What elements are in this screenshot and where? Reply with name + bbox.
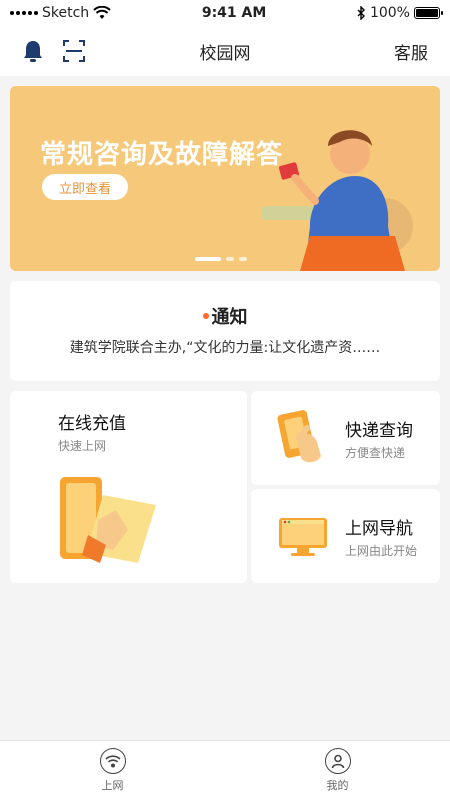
battery-icon (413, 7, 443, 19)
tab-mine[interactable]: 我的 (225, 741, 450, 800)
recharge-subtitle: 快速上网 (58, 439, 107, 453)
express-text: 快递查询 方便查快递 (345, 416, 413, 461)
express-card[interactable]: 快递查询 方便查快递 (251, 391, 440, 485)
carrier-name: Sketch (42, 5, 90, 21)
promo-banner[interactable]: 常规咨询及故障解答 立即查看 (10, 86, 440, 271)
recharge-card[interactable]: 在线充值 快速上网 (10, 391, 247, 583)
user-icon (324, 748, 351, 774)
battery-fill (415, 9, 438, 17)
scan-icon[interactable] (62, 39, 86, 63)
tab-mine-label: 我的 (326, 779, 349, 792)
app-header: 校园网 客服 (0, 26, 450, 76)
wifi-status-icon (93, 6, 111, 19)
notice-dot-icon (202, 313, 209, 319)
status-left: Sketch (10, 5, 111, 21)
recharge-card-icon (60, 477, 156, 563)
services-right-column: 快递查询 方便查快递 上网导航 上网由此开始 (251, 391, 440, 583)
battery-percent: 100% (369, 5, 410, 21)
navigation-card[interactable]: 上网导航 上网由此开始 (251, 489, 440, 583)
bell-icon[interactable] (22, 39, 44, 63)
status-bar: Sketch 9:41 AM 100% (0, 0, 450, 26)
pagination-dot (239, 257, 247, 261)
navigation-title: 上网导航 (345, 518, 413, 539)
banner-view-button[interactable]: 立即查看 (42, 174, 128, 200)
recharge-title: 在线充值 (58, 414, 126, 434)
banner-title: 常规咨询及故障解答 (40, 140, 284, 170)
status-time: 9:41 AM (201, 5, 267, 21)
express-title: 快递查询 (345, 420, 413, 441)
banner-pagination (195, 257, 247, 261)
tab-bar: 上网 我的 (0, 740, 450, 800)
bluetooth-icon (357, 6, 365, 20)
status-right: 100% (357, 5, 443, 21)
notice-text: 建筑学院联合主办,“文化的力量:让文化遗产资…… (69, 340, 381, 356)
page-title: 校园网 (199, 43, 251, 64)
services-grid: 在线充值 快速上网 快递查询 方便查快递 上网导航 上网由此开始 (10, 391, 440, 583)
wifi-icon (99, 748, 126, 774)
express-search-icon (277, 410, 321, 463)
express-subtitle: 方便查快递 (345, 445, 406, 460)
navigation-text: 上网导航 上网由此开始 (345, 514, 417, 559)
notice-heading: 通知 (202, 303, 248, 329)
pagination-dot (226, 257, 234, 261)
notice-card[interactable]: 通知 建筑学院联合主办,“文化的力量:让文化遗产资…… (10, 281, 440, 381)
monitor-icon (279, 518, 327, 556)
pagination-dot (195, 257, 221, 261)
tab-online[interactable]: 上网 (0, 741, 225, 800)
tab-online-label: 上网 (101, 779, 124, 792)
notice-title: 通知 (211, 307, 248, 328)
header-actions (22, 39, 86, 63)
customer-service-button[interactable]: 客服 (394, 39, 428, 64)
signal-icon (10, 11, 38, 15)
navigation-subtitle: 上网由此开始 (345, 543, 418, 558)
